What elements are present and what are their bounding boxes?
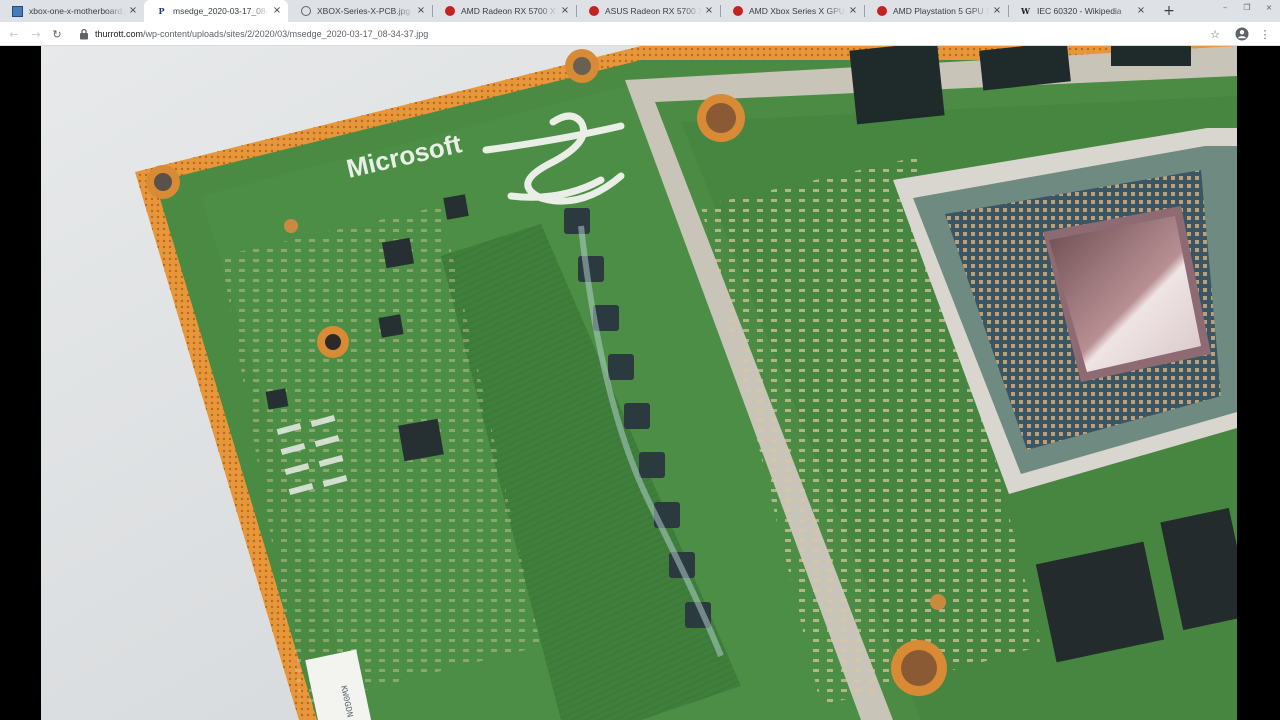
window-close-button[interactable]: × — [1258, 0, 1280, 14]
tab-amd-xbox-series-x-gpu[interactable]: AMD Xbox Series X GPU Spe × — [720, 0, 864, 22]
tab-title: xbox-one-x-motherboard.jpg — [29, 6, 126, 16]
amd-icon — [876, 6, 887, 17]
close-icon[interactable]: × — [415, 4, 427, 18]
image-icon — [12, 5, 23, 17]
forward-button[interactable]: → — [28, 26, 44, 42]
close-icon[interactable]: × — [703, 4, 715, 18]
amd-icon — [444, 6, 455, 17]
tab-iec-60320-wikipedia[interactable]: W IEC 60320 - Wikipedia × — [1008, 0, 1152, 22]
globe-icon — [300, 6, 311, 17]
tab-xbox-series-x-pcb[interactable]: XBOX-Series-X-PCB.jpg (200 × — [288, 0, 432, 22]
close-icon[interactable]: × — [991, 4, 1003, 18]
url-host: thurrott.com — [95, 29, 144, 39]
browser-toolbar: ← → ↻ thurrott.com/wp-content/uploads/si… — [0, 22, 1280, 46]
image-viewer: KW0GDN Microsoft — [0, 46, 1280, 720]
tab-amd-radeon-rx-5700-xt[interactable]: AMD Radeon RX 5700 XT Re × — [432, 0, 576, 22]
restore-button[interactable]: ❐ — [1236, 0, 1258, 14]
tab-title: AMD Radeon RX 5700 XT Re — [461, 6, 558, 16]
tab-title: ASUS Radeon RX 5700 XT Tu — [605, 6, 702, 16]
url-path: /wp-content/uploads/sites/2/2020/03/msed… — [143, 29, 429, 39]
close-icon[interactable]: × — [847, 4, 859, 18]
wikipedia-icon: W — [1021, 6, 1030, 16]
tab-title: AMD Playstation 5 GPU Spe — [893, 6, 990, 16]
p-icon: P — [158, 6, 165, 16]
address-bar[interactable]: thurrott.com/wp-content/uploads/sites/2/… — [95, 27, 428, 41]
window-controls: – ❐ × — [1214, 0, 1280, 14]
amd-icon — [588, 6, 599, 17]
tab-xbox-one-x-motherboard[interactable]: xbox-one-x-motherboard.jpg × — [0, 0, 144, 22]
amd-icon — [732, 6, 743, 17]
new-tab-button[interactable]: + — [1158, 0, 1180, 22]
bookmark-star-icon[interactable]: ☆ — [1207, 26, 1223, 42]
close-icon[interactable]: × — [559, 4, 571, 18]
reload-button[interactable]: ↻ — [49, 26, 65, 42]
tab-title: msedge_2020-03-17_08-34-37.jpg — [173, 6, 270, 16]
tab-title: IEC 60320 - Wikipedia — [1037, 6, 1122, 16]
minimize-button[interactable]: – — [1214, 0, 1236, 14]
lock-icon[interactable] — [79, 28, 89, 40]
tab-msedge-screenshot[interactable]: P msedge_2020-03-17_08-34-37.jpg × — [144, 0, 288, 22]
menu-icon[interactable]: ⋮ — [1257, 26, 1273, 42]
tab-title: AMD Xbox Series X GPU Spe — [749, 6, 846, 16]
tab-amd-playstation-5-gpu[interactable]: AMD Playstation 5 GPU Spe × — [864, 0, 1008, 22]
close-icon[interactable]: × — [271, 4, 283, 18]
close-icon[interactable]: × — [127, 4, 139, 18]
back-button[interactable]: ← — [6, 26, 22, 42]
tab-title: XBOX-Series-X-PCB.jpg (200 — [317, 6, 414, 16]
profile-avatar-icon[interactable] — [1234, 26, 1250, 42]
motherboard-photo: KW0GDN Microsoft — [41, 46, 1237, 720]
tab-asus-radeon-rx-5700-xt[interactable]: ASUS Radeon RX 5700 XT Tu × — [576, 0, 720, 22]
tab-strip: xbox-one-x-motherboard.jpg × P msedge_20… — [0, 0, 1280, 22]
close-icon[interactable]: × — [1135, 4, 1147, 18]
